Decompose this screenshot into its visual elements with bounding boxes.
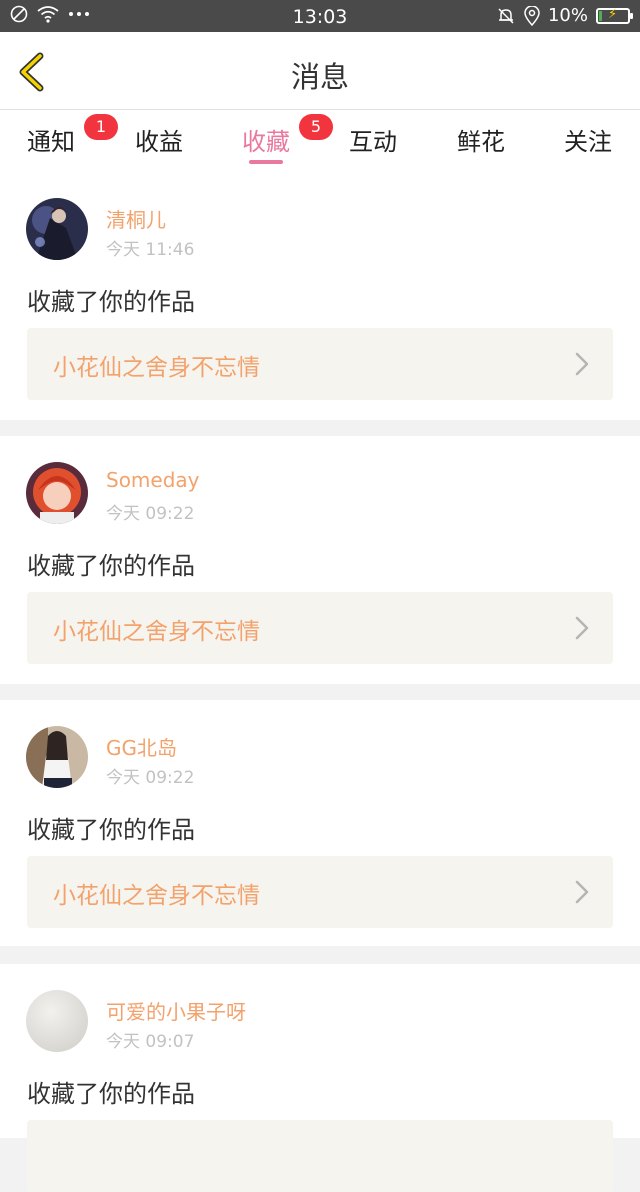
battery-fill [599,10,602,21]
work-title: 小花仙之舍身不忘情 [53,883,260,909]
notification-badge: 1 [84,114,118,140]
chevron-right-icon [575,616,589,640]
chevron-right-icon [575,880,589,904]
tab-label: 收益 [135,128,183,156]
user-name[interactable]: 可爱的小果子呀 [106,996,246,1025]
tab-earnings[interactable]: 收益 [124,122,194,157]
work-link[interactable]: 小花仙之舍身不忘情 [27,328,613,400]
charging-bolt-icon: ⚡ [608,6,618,22]
status-bar: 13:03 10% ⚡ [0,0,640,32]
message-action: 收藏了你的作品 [27,288,195,316]
message-time: 今天 11:46 [106,240,195,260]
message-time: 今天 09:22 [106,768,195,788]
status-right: 10% ⚡ [496,5,633,26]
battery-percent: 10% [547,5,588,26]
tab-label: 关注 [564,128,612,156]
tab-favorites[interactable]: 收藏 5 [231,114,333,164]
message-action: 收藏了你的作品 [27,552,195,580]
avatar[interactable] [26,198,88,260]
message-time: 今天 09:07 [106,1032,195,1052]
work-link[interactable] [27,1120,613,1192]
tab-label: 通知 [27,128,75,156]
message-time: 今天 09:22 [106,504,195,524]
tab-label: 互动 [349,128,397,156]
avatar[interactable] [26,726,88,788]
tab-flowers[interactable]: 鲜花 [446,122,516,157]
bell-muted-icon [498,7,514,24]
avatar[interactable] [26,990,88,1052]
page-title: 消息 [290,60,349,94]
user-name[interactable]: 清桐儿 [106,204,166,233]
tab-label: 鲜花 [457,128,505,156]
avatar[interactable] [26,462,88,524]
tab-interactions[interactable]: 互动 [338,122,408,157]
work-link[interactable]: 小花仙之舍身不忘情 [27,856,613,928]
header: 消息 [0,32,640,110]
tab-label: 收藏 [242,128,290,156]
tab-notifications[interactable]: 通知 1 [16,114,118,157]
message-action: 收藏了你的作品 [27,1080,195,1108]
message-card: 清桐儿 今天 11:46 收藏了你的作品 小花仙之舍身不忘情 [0,172,640,420]
message-action: 收藏了你的作品 [27,816,195,844]
work-title: 小花仙之舍身不忘情 [53,355,260,381]
user-name[interactable]: GG北岛 [106,732,177,761]
message-card: 可爱的小果子呀 今天 09:07 收藏了你的作品 [0,964,640,1192]
user-name[interactable]: Someday [106,468,200,492]
chevron-right-icon [575,352,589,376]
tab-bar: 通知 1 收益 收藏 5 互动 鲜花 关注 [0,110,640,172]
active-tab-indicator [249,160,283,164]
work-link[interactable]: 小花仙之舍身不忘情 [27,592,613,664]
message-card: GG北岛 今天 09:22 收藏了你的作品 小花仙之舍身不忘情 [0,700,640,946]
message-card: Someday 今天 09:22 收藏了你的作品 小花仙之舍身不忘情 [0,436,640,684]
location-icon [524,5,540,26]
favorites-badge: 5 [299,114,333,140]
tab-following[interactable]: 关注 [553,122,623,157]
work-title: 小花仙之舍身不忘情 [53,619,260,645]
battery-icon: ⚡ [596,6,633,24]
